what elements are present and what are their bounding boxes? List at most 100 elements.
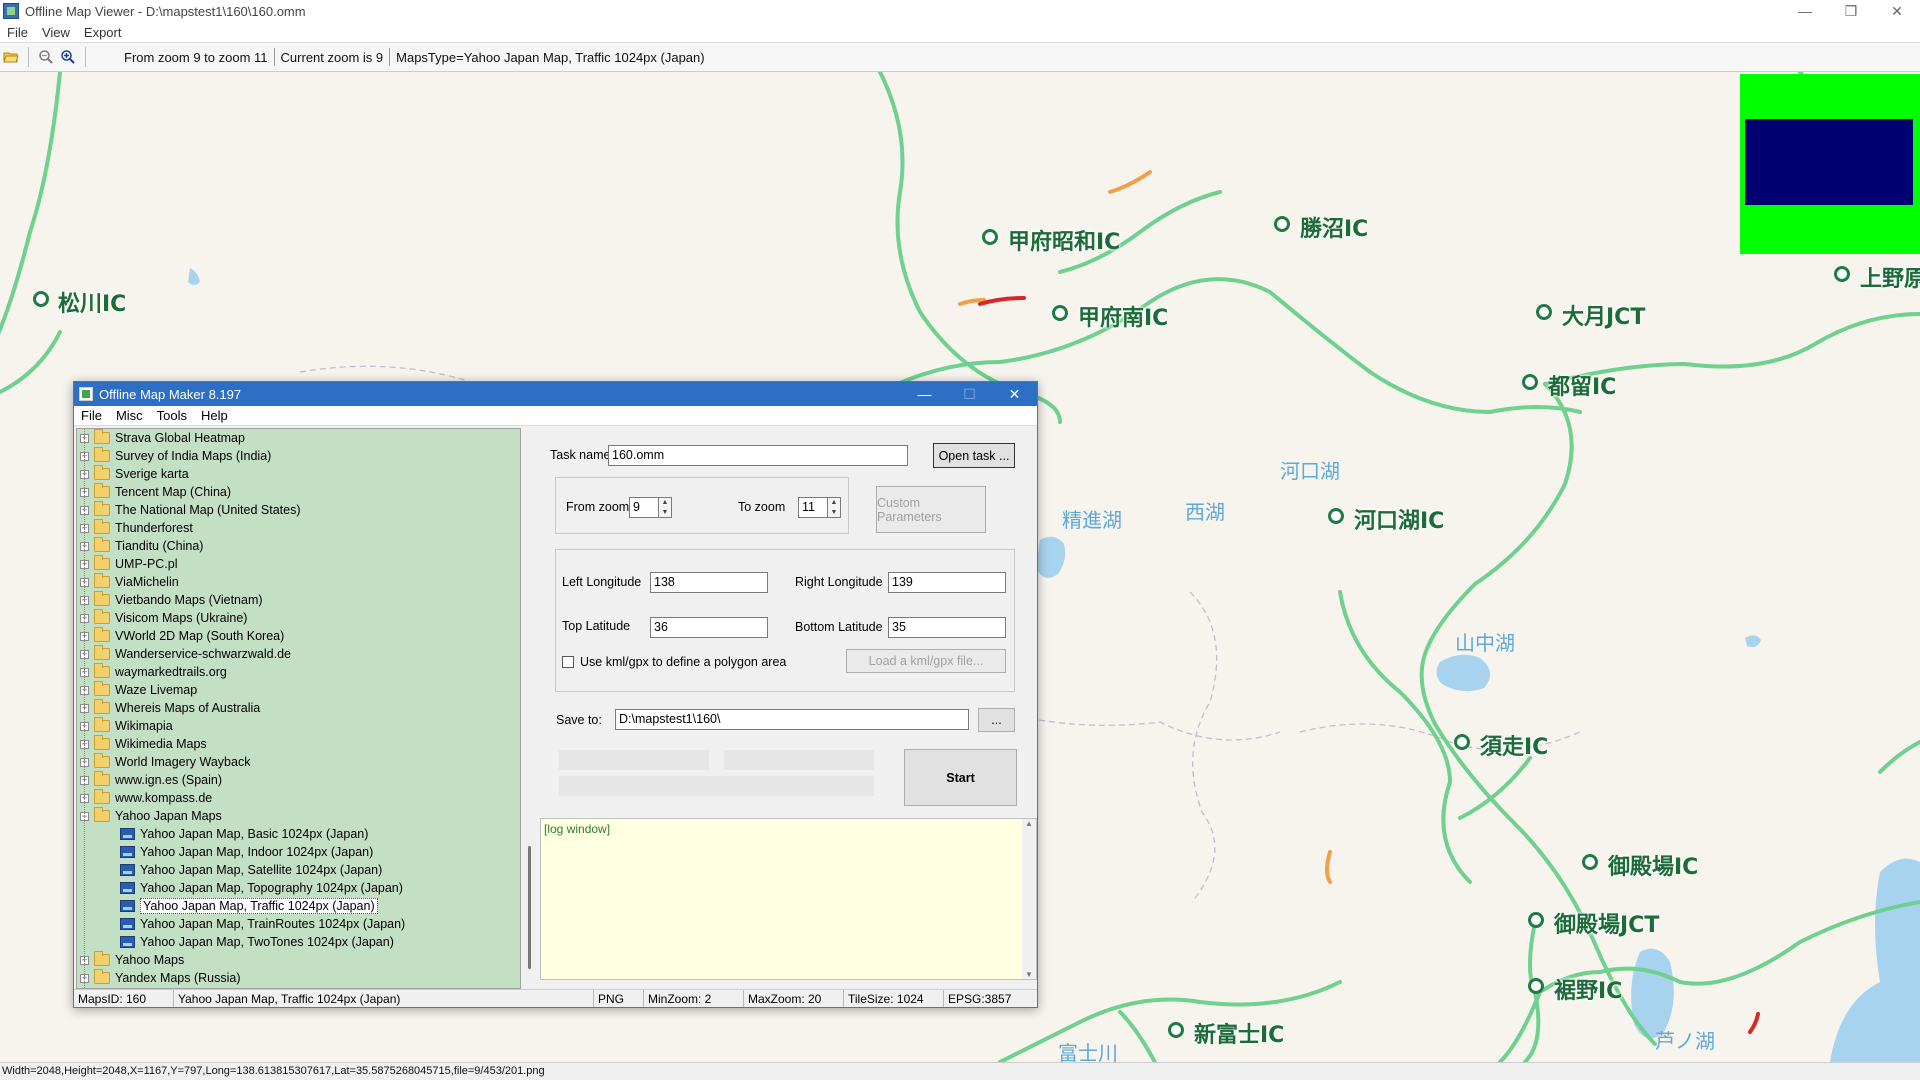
- tree-item[interactable]: + Wikimedia Maps: [77, 735, 520, 753]
- open-task-button[interactable]: Open task ...: [933, 443, 1015, 468]
- tree-item[interactable]: + Survey of India Maps (India): [77, 447, 520, 465]
- app-icon: [3, 3, 19, 19]
- from-zoom-input[interactable]: 9: [629, 497, 659, 518]
- tree-item-label: Wikimapia: [115, 719, 173, 733]
- dialog-maximize-button[interactable]: ☐: [947, 382, 992, 406]
- folder-icon: [94, 465, 110, 480]
- tree-item[interactable]: + Vietbando Maps (Vietnam): [77, 591, 520, 609]
- zoom-in-icon[interactable]: [57, 46, 79, 68]
- ic-label: 御殿場JCT: [1554, 913, 1660, 938]
- save-to-input[interactable]: D:\mapstest1\160\: [615, 709, 969, 730]
- folder-icon: [94, 969, 110, 984]
- map-provider-tree[interactable]: + Strava Global Heatmap + Survey of India M…: [76, 428, 521, 989]
- tree-item[interactable]: + ViaMichelin: [77, 573, 520, 591]
- folder-icon: [94, 951, 110, 966]
- tree-item-label: Visicom Maps (Ukraine): [115, 611, 248, 625]
- tree-item[interactable]: + Thunderforest: [77, 519, 520, 537]
- map-type-icon: [120, 828, 135, 840]
- folder-icon: [94, 789, 110, 804]
- tree-item[interactable]: + Tencent Map (China): [77, 483, 520, 501]
- menu-file[interactable]: File: [0, 25, 35, 40]
- dialog-menu-file[interactable]: File: [74, 408, 109, 423]
- menu-export[interactable]: Export: [77, 25, 129, 40]
- tree-child-item[interactable]: Yahoo Japan Map, Indoor 1024px (Japan): [77, 843, 520, 861]
- tree-child-label: Yahoo Japan Map, TwoTones 1024px (Japan): [140, 935, 394, 949]
- tree-child-item[interactable]: Yahoo Japan Map, TwoTones 1024px (Japan): [77, 933, 520, 951]
- tree-item[interactable]: + Yahoo Maps: [77, 951, 520, 969]
- tree-scroll-thumb[interactable]: [528, 846, 531, 969]
- tree-item-expanded[interactable]: − Yahoo Japan Maps: [77, 807, 520, 825]
- start-button[interactable]: Start: [904, 749, 1017, 806]
- log-text: [log window]: [544, 822, 611, 836]
- tree-item[interactable]: + Yandex Maps (Russia): [77, 969, 520, 987]
- bottom-latitude-label: Bottom Latitude: [795, 620, 883, 634]
- lake-label: 山中湖: [1455, 631, 1515, 655]
- left-longitude-input[interactable]: 138: [650, 572, 768, 593]
- zoom-out-icon[interactable]: [35, 46, 57, 68]
- tree-child-item[interactable]: Yahoo Japan Map, Basic 1024px (Japan): [77, 825, 520, 843]
- tree-item[interactable]: + UMP-PC.pl: [77, 555, 520, 573]
- tree-item-label: Whereis Maps of Australia: [115, 701, 261, 715]
- to-zoom-input[interactable]: 11: [798, 497, 828, 518]
- menu-view[interactable]: View: [35, 25, 77, 40]
- dialog-close-button[interactable]: ✕: [992, 382, 1037, 406]
- tree-child-item[interactable]: Yahoo Japan Map, Traffic 1024px (Japan): [77, 897, 520, 915]
- tree-item[interactable]: + Visicom Maps (Ukraine): [77, 609, 520, 627]
- tree-item[interactable]: + Wanderservice-schwarzwald.de: [77, 645, 520, 663]
- to-zoom-spinner[interactable]: ▲ ▼: [828, 497, 841, 518]
- ic-marker: [1328, 508, 1344, 524]
- main-toolbar: From zoom 9 to zoom 11 Current zoom is 9…: [0, 42, 1920, 72]
- tree-item[interactable]: + www.kompass.de: [77, 789, 520, 807]
- tree-item[interactable]: + Waze Livemap: [77, 681, 520, 699]
- ic-marker: [982, 229, 998, 245]
- from-zoom-spinner[interactable]: ▲ ▼: [659, 497, 672, 518]
- task-name-label: Task name: [550, 448, 611, 462]
- dialog-menu-help[interactable]: Help: [194, 408, 235, 423]
- folder-icon: [94, 627, 110, 642]
- map-type-icon: [120, 882, 135, 894]
- folder-icon: [94, 609, 110, 624]
- tree-item[interactable]: + The National Map (United States): [77, 501, 520, 519]
- tree-item-label: UMP-PC.pl: [115, 557, 178, 571]
- tree-child-item[interactable]: Yahoo Japan Map, Topography 1024px (Japa…: [77, 879, 520, 897]
- ic-marker: [1454, 734, 1470, 750]
- dialog-minimize-button[interactable]: —: [902, 382, 947, 406]
- minimize-button[interactable]: —: [1782, 0, 1828, 22]
- bottom-latitude-input[interactable]: 35: [888, 617, 1006, 638]
- tree-item[interactable]: + waymarkedtrails.org: [77, 663, 520, 681]
- dialog-titlebar[interactable]: Offline Map Maker 8.197 — ☐ ✕: [74, 382, 1037, 406]
- close-button[interactable]: ✕: [1874, 0, 1920, 22]
- open-folder-icon[interactable]: [0, 46, 22, 68]
- tree-item[interactable]: + www.ign.es (Spain): [77, 771, 520, 789]
- tree-item[interactable]: + Whereis Maps of Australia: [77, 699, 520, 717]
- tree-item-label: Tencent Map (China): [115, 485, 232, 499]
- task-name-input[interactable]: 160.omm: [608, 445, 908, 466]
- right-longitude-input[interactable]: 139: [888, 572, 1006, 593]
- dialog-menu-tools[interactable]: Tools: [150, 408, 194, 423]
- tree-scrollbar[interactable]: [522, 428, 540, 989]
- kml-checkbox[interactable]: [562, 656, 574, 668]
- tree-child-item[interactable]: Yahoo Japan Map, TrainRoutes 1024px (Jap…: [77, 915, 520, 933]
- tree-child-item[interactable]: Yahoo Japan Map, Satellite 1024px (Japan…: [77, 861, 520, 879]
- lake-label: 芦ノ湖: [1655, 1029, 1715, 1053]
- kml-checkbox-label: Use kml/gpx to define a polygon area: [580, 655, 787, 669]
- log-window[interactable]: [log window] ▲ ▼: [540, 818, 1037, 980]
- ic-label: 甲府南IC: [1078, 306, 1169, 331]
- tree-item[interactable]: + Tianditu (China): [77, 537, 520, 555]
- restore-button[interactable]: ❐: [1828, 0, 1874, 22]
- tree-item[interactable]: + World Imagery Wayback: [77, 753, 520, 771]
- folder-icon: [94, 681, 110, 696]
- tree-item-label: Sverige karta: [115, 467, 189, 481]
- dialog-menu-misc[interactable]: Misc: [109, 408, 150, 423]
- tree-item-label: Yandex Maps (Russia): [115, 971, 241, 985]
- log-scrollbar[interactable]: ▲ ▼: [1022, 819, 1036, 979]
- tree-item[interactable]: + Wikimapia: [77, 717, 520, 735]
- browse-button[interactable]: ...: [978, 708, 1015, 732]
- load-kml-button[interactable]: Load a kml/gpx file...: [846, 649, 1006, 673]
- tree-item[interactable]: + Sverige karta: [77, 465, 520, 483]
- custom-parameters-button[interactable]: Custom Parameters: [876, 486, 986, 533]
- tree-item[interactable]: + VWorld 2D Map (South Korea): [77, 627, 520, 645]
- top-latitude-input[interactable]: 36: [650, 617, 768, 638]
- tree-item[interactable]: + Strava Global Heatmap: [77, 429, 520, 447]
- task-panel: Task name 160.omm Open task ... From zoo…: [540, 428, 1037, 989]
